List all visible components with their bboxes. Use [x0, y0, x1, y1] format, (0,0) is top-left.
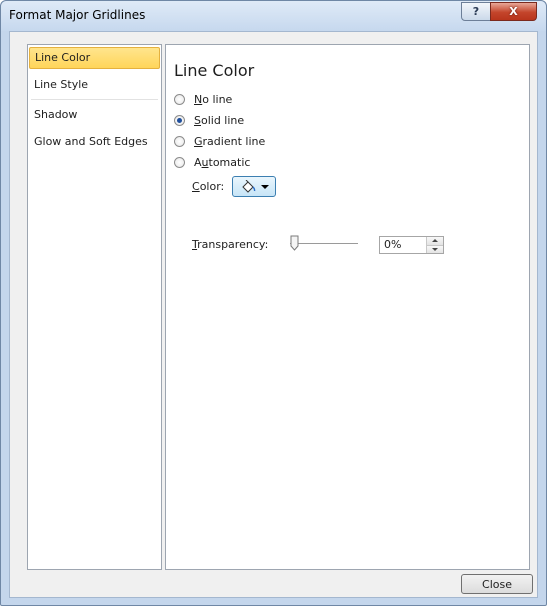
dialog-window: Format Major Gridlines ? X Line Color Li…: [0, 0, 547, 606]
transparency-label: Transparency:: [192, 238, 269, 251]
nav-item-label: Shadow: [34, 108, 78, 121]
nav-divider: [31, 99, 158, 100]
transparency-value[interactable]: 0%: [380, 237, 426, 253]
close-icon: X: [509, 5, 518, 18]
option-label: Gradient line: [194, 134, 266, 148]
transparency-spinner[interactable]: 0%: [379, 236, 444, 254]
option-no-line[interactable]: No line: [174, 91, 232, 107]
dialog-body: Line Color Line Style Shadow Glow and So…: [9, 31, 538, 598]
transparency-slider[interactable]: [290, 235, 358, 253]
help-icon: ?: [472, 5, 480, 18]
color-picker-button[interactable]: [232, 176, 277, 197]
option-solid-line[interactable]: Solid line: [174, 112, 244, 128]
nav-item-line-style[interactable]: Line Style: [29, 74, 160, 96]
radio-gradient-line[interactable]: [174, 135, 185, 147]
radio-solid-line[interactable]: [174, 114, 185, 126]
slider-thumb[interactable]: [290, 235, 299, 251]
category-list: Line Color Line Style Shadow Glow and So…: [27, 44, 162, 570]
chevron-down-icon: [432, 247, 438, 251]
nav-item-glow-soft-edges[interactable]: Glow and Soft Edges: [29, 131, 160, 153]
color-row: Color:: [192, 176, 277, 197]
close-button-label: Close: [482, 577, 512, 591]
spin-up-button[interactable]: [427, 237, 443, 245]
nav-item-label: Line Style: [34, 78, 89, 91]
option-gradient-line[interactable]: Gradient line: [174, 133, 265, 149]
spin-down-button[interactable]: [427, 244, 443, 253]
option-automatic[interactable]: Automatic: [174, 154, 250, 170]
close-button[interactable]: Close: [461, 574, 533, 594]
chevron-up-icon: [432, 239, 438, 243]
settings-panel: Line Color No line Solid line Gradient l…: [165, 44, 530, 570]
slider-track: [290, 243, 358, 244]
help-button[interactable]: ?: [461, 2, 491, 21]
paint-bucket-icon: [242, 179, 256, 193]
radio-automatic[interactable]: [174, 156, 185, 168]
nav-item-line-color[interactable]: Line Color: [29, 47, 160, 69]
transparency-row: Transparency:: [192, 238, 268, 251]
color-label: Color:: [192, 180, 225, 193]
nav-item-label: Glow and Soft Edges: [34, 135, 148, 148]
nav-item-shadow[interactable]: Shadow: [29, 104, 160, 126]
option-label: No line: [194, 92, 233, 106]
option-label: Automatic: [194, 155, 251, 169]
spinner-buttons: [426, 237, 443, 253]
section-title: Line Color: [174, 61, 255, 80]
title-bar[interactable]: Format Major Gridlines ? X: [1, 1, 546, 31]
window-close-button[interactable]: X: [490, 2, 537, 21]
chevron-down-icon: [260, 184, 269, 189]
nav-item-label: Line Color: [35, 51, 91, 64]
dialog-title: Format Major Gridlines: [9, 8, 146, 22]
radio-no-line[interactable]: [174, 93, 185, 105]
option-label: Solid line: [194, 113, 245, 127]
